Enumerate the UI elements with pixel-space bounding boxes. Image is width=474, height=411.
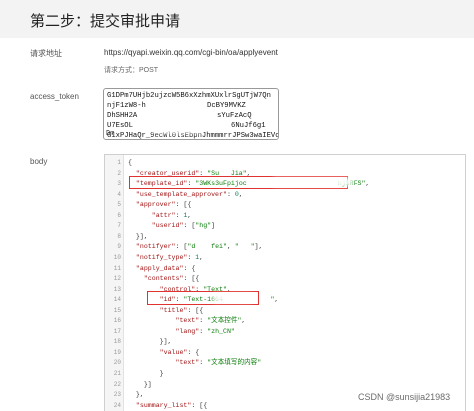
code-line: 15 "title": [{: [105, 305, 465, 316]
code-text: "use_template_approver": 0,: [135, 190, 243, 198]
line-number: 12: [113, 275, 121, 283]
line-number: 7: [117, 222, 121, 230]
code-line: 9 "notifyer": ["d fei", " "],: [105, 241, 465, 252]
code-text: "attr": 1,: [151, 211, 192, 219]
watermark: CSDN @sunsijia21983: [358, 392, 451, 402]
code-text: "apply_data": {: [135, 264, 196, 272]
line-number: 15: [113, 306, 121, 314]
line-number: 11: [113, 264, 121, 272]
code-text: "notifyer": ["d fei", " "],: [135, 243, 263, 251]
line-number: 22: [113, 380, 121, 388]
code-text: "userid": ["hg"]: [151, 222, 216, 230]
redaction-blur: [273, 178, 353, 186]
line-number: 5: [117, 201, 121, 209]
json-body-editor[interactable]: 1{2 "creator_userid": "Su Jia", 3 "templa…: [104, 154, 466, 411]
line-number: 10: [113, 253, 121, 261]
code-text: }],: [128, 232, 148, 240]
code-text: "notify_type": 1,: [135, 253, 204, 261]
redaction-blur: [152, 103, 202, 133]
code-line: 19 "value": {: [105, 347, 465, 358]
line-number: 20: [113, 359, 121, 367]
line-number: 1: [117, 159, 121, 166]
code-text: "contents": [{: [143, 275, 200, 283]
line-number: 17: [113, 327, 121, 335]
request-url-label: 请求地址: [30, 49, 62, 58]
token-line: G1DPm7UHjb2ujzcW5B6xXzhmXUxlrSgUTjW7Qn: [107, 92, 271, 100]
code-line: 10 "notify_type": 1,: [105, 252, 465, 263]
code-text: "title": [{: [159, 306, 204, 314]
code-text: "approver": [{: [135, 201, 192, 209]
code-text: {: [128, 159, 132, 166]
code-line: 12 "contents": [{: [105, 273, 465, 284]
code-line: 11 "apply_data": {: [105, 263, 465, 274]
line-number: 16: [113, 317, 121, 325]
token-tail: Dm: [106, 130, 115, 138]
code-line: 5 "approver": [{: [105, 199, 465, 210]
line-number: 4: [117, 190, 121, 198]
code-text: "text": "文本控件",: [175, 317, 246, 325]
step-header: 第二步：提交审批申请: [0, 0, 474, 38]
code-text: }],: [128, 338, 172, 346]
page-title: 第二步：提交审批申请: [30, 13, 181, 30]
line-number: 3: [117, 180, 121, 188]
code-line: 8 }],: [105, 231, 465, 242]
code-line: 1{: [105, 157, 465, 168]
request-method: 请求方式：POST: [104, 67, 159, 74]
code-line: 20 "text": "文本填写的内容": [105, 357, 465, 368]
line-number: 14: [113, 296, 121, 304]
line-number: 24: [113, 401, 121, 409]
line-number: 6: [117, 211, 121, 219]
line-number: 23: [113, 391, 121, 399]
code-text: },: [128, 391, 144, 399]
code-text: "lang": "zh_CN": [175, 327, 235, 335]
code-text: "value": {: [159, 348, 200, 356]
code-line: 18 }],: [105, 336, 465, 347]
line-number: 19: [113, 348, 121, 356]
line-number: 18: [113, 338, 121, 346]
access-token-field[interactable]: G1DPm7UHjb2ujzcW5B6xXzhmXUxlrSgUTjW7Qn n…: [103, 88, 279, 140]
body-label: body: [30, 157, 48, 166]
redaction-blur: [213, 294, 253, 302]
code-line: 17 "lang": "zh_CN": [105, 326, 465, 337]
line-number: 2: [117, 169, 121, 177]
line-number: 21: [113, 370, 121, 377]
code-line: 21 }: [105, 368, 465, 379]
code-text: "summary_list": [{: [135, 401, 208, 409]
code-line: 22 }]: [105, 379, 465, 390]
code-text: }]: [128, 380, 152, 388]
code-text: "text": "文本填写的内容": [175, 359, 262, 367]
request-url[interactable]: https://qyapi.weixin.qq.com/cgi-bin/oa/a…: [104, 48, 278, 57]
code-line: 6 "attr": 1,: [105, 210, 465, 221]
code-line: 7 "userid": ["hg"]: [105, 220, 465, 231]
line-number: 8: [117, 232, 121, 240]
code-text: }: [128, 370, 164, 377]
code-line: 4 "use_template_approver": 0,: [105, 189, 465, 200]
line-number: 9: [117, 243, 121, 251]
line-number: 13: [113, 285, 121, 293]
code-line: 16 "text": "文本控件",: [105, 315, 465, 326]
access-token-label: access_token: [30, 92, 79, 101]
